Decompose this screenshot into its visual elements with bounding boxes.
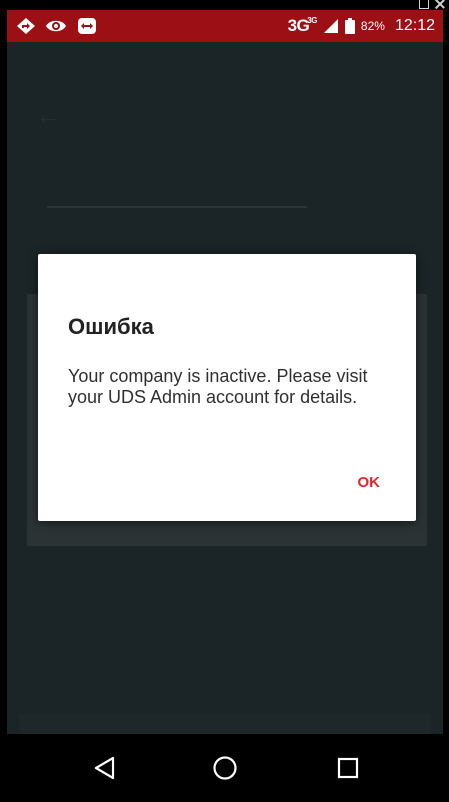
status-bar: 3G3G 82% 12:12: [7, 10, 443, 42]
phone-screen: 3G3G 82% 12:12 ← Ошибка Your company is …: [7, 10, 443, 802]
battery-icon: [344, 18, 355, 34]
clock: 12:12: [394, 17, 435, 34]
home-button[interactable]: [207, 750, 243, 786]
eye-icon: [46, 20, 66, 32]
faded-back-arrow-icon: ←: [35, 100, 61, 130]
network-type: 3G3G: [287, 16, 318, 35]
battery-percent: 82%: [360, 19, 385, 33]
navigation-bar: [7, 734, 443, 802]
recents-button[interactable]: [330, 750, 366, 786]
restore-icon[interactable]: [419, 0, 429, 9]
ok-button[interactable]: OK: [352, 470, 387, 495]
back-icon: [94, 756, 115, 780]
status-right: 3G3G 82% 12:12: [288, 10, 435, 42]
navigation-arrow-icon: [17, 18, 35, 34]
window-controls: [419, 0, 445, 10]
faded-title-field: [47, 178, 307, 208]
error-dialog: Ошибка Your company is inactive. Please …: [38, 254, 416, 521]
close-icon[interactable]: [435, 0, 445, 9]
remote-control-icon: [78, 18, 96, 34]
back-button[interactable]: [87, 750, 123, 786]
dialog-message: Your company is inactive. Please visit y…: [68, 366, 368, 407]
dialog-title: Ошибка: [68, 314, 154, 339]
network-superscript: 3G: [307, 16, 317, 25]
signal-icon: [323, 19, 338, 33]
recents-icon: [337, 757, 359, 779]
home-icon: [213, 756, 237, 780]
